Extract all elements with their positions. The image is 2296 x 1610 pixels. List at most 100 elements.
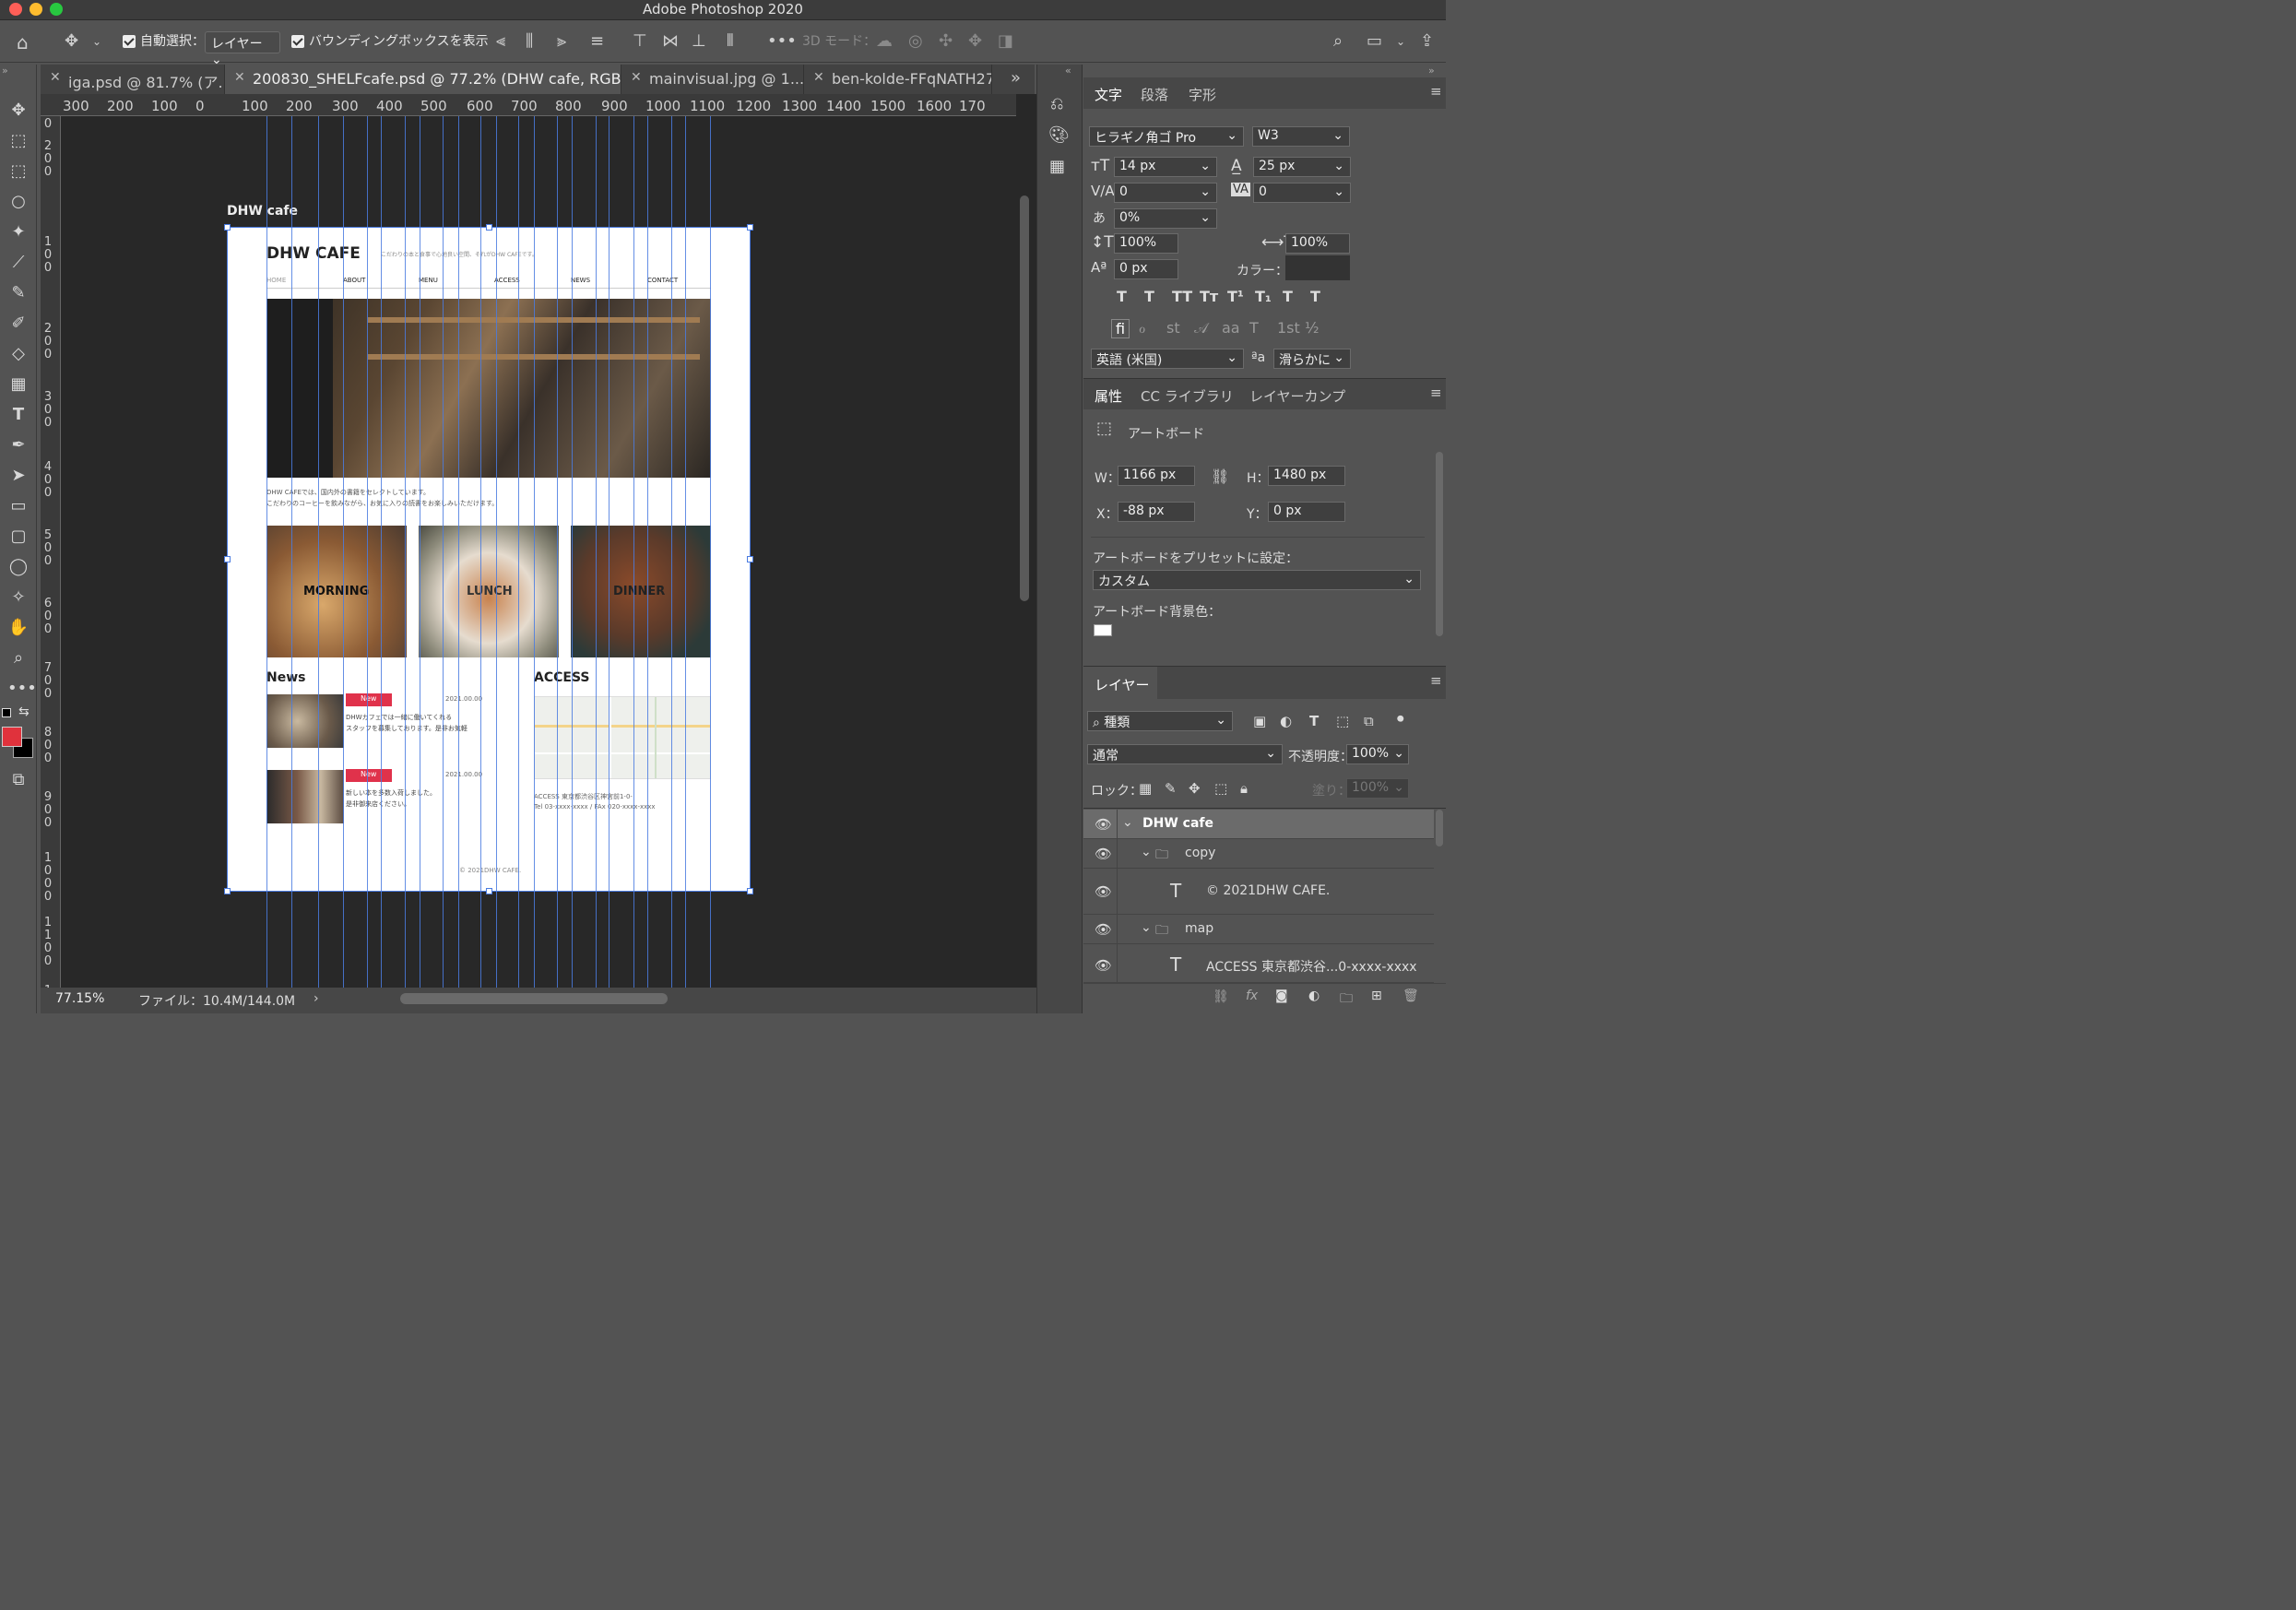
opentype-feature-button[interactable]: st [1166,319,1180,337]
home-icon[interactable]: ⌂ [17,31,29,53]
new-layer-icon[interactable]: ⊞ [1371,988,1382,1003]
panel-menu-icon[interactable]: ≡ [1430,83,1442,100]
more-tabs-icon[interactable]: » [1011,68,1021,88]
resize-handle[interactable] [486,888,492,894]
resize-handle[interactable] [224,888,231,894]
crop-tool-icon[interactable]: ⟋ [7,252,30,274]
resize-handle[interactable] [747,224,753,231]
link-layers-icon[interactable]: ⛓ [1213,989,1229,1004]
opacity-field[interactable]: 100% ⌄ [1346,744,1409,764]
tab-character[interactable]: 文字 [1095,85,1122,104]
layer-filter-select[interactable]: ⌕ 種類 ⌄ [1087,711,1233,731]
tab-shelfcafe[interactable]: ✕ 200830_SHELFcafe.psd @ 77.2% (DHW cafe,… [225,65,621,94]
filter-type-icon[interactable]: T [1309,713,1319,729]
artboard-tool-icon[interactable]: ⬚ [7,130,30,152]
tab-ben-kolde[interactable]: ✕ ben-kolde-FFqNATH27 [804,65,992,94]
default-colors-icon[interactable] [2,708,11,717]
new-group-icon[interactable]: 🗀︎ [1340,988,1353,1011]
chevron-down-icon[interactable]: ⌄ [92,35,101,48]
swap-colors-icon[interactable]: ⇆ [18,704,30,719]
filter-pixel-icon[interactable]: ▣ [1253,713,1266,729]
lock-artboard-icon[interactable]: ⬚ [1214,780,1227,797]
opentype-feature-button[interactable]: aa [1222,319,1240,337]
auto-select-target-dropdown[interactable]: レイヤー ⌄ [205,31,280,67]
tracking-field[interactable]: 0 ⌄ [1253,183,1351,203]
kerning-field[interactable]: 0 ⌄ [1114,183,1217,203]
collapse-panels-icon[interactable]: » [1428,65,1435,77]
type-style-button[interactable]: T [1144,288,1154,305]
layer-row-group-copy[interactable]: 👁︎ ⌄ 🗀︎ copy [1083,839,1434,869]
opentype-feature-button[interactable]: 𝒜 [1194,319,1208,337]
link-icon[interactable]: ⛓ [1211,468,1229,485]
chevron-down-icon[interactable]: ⌄ [1122,815,1133,830]
align-middle-icon[interactable]: ⋈ [662,31,679,51]
brush-tool-icon[interactable]: ✐ [7,313,30,335]
filter-adjustment-icon[interactable]: ◐ [1280,713,1292,729]
type-style-button[interactable]: TT [1172,288,1192,305]
resize-handle[interactable] [747,888,753,894]
hand-tool-icon[interactable]: ✋ [7,617,30,639]
baseline-shift-field[interactable]: 0 px [1114,259,1178,279]
gradient-tool-icon[interactable]: ▦ [7,373,30,396]
opentype-feature-button[interactable]: 1st [1277,319,1300,337]
font-family-select[interactable]: ヒラギノ角ゴ Pro ⌄ [1089,126,1244,147]
align-right-icon[interactable]: ⫸ [557,31,566,51]
auto-select-checkbox[interactable] [123,35,136,48]
chevron-down-icon[interactable]: ⌄ [1141,845,1152,859]
type-tool-icon[interactable]: T [7,404,30,426]
layers-scrollbar[interactable] [1436,810,1443,846]
close-icon[interactable]: ✕ [813,70,824,85]
palette-icon[interactable]: 🎨︎ [1048,125,1070,145]
eye-icon[interactable]: 👁︎ [1095,846,1112,862]
align-left-icon[interactable]: ⫷ [496,31,505,51]
eraser-tool-icon[interactable]: ◇ [7,343,30,365]
file-size[interactable]: ファイル：10.4M/144.0M [138,991,295,1010]
artboard-height-field[interactable]: 1480 px [1268,466,1345,486]
vertical-scale-field[interactable]: 100% [1114,233,1178,254]
move-tool-icon[interactable]: ✥ [65,31,78,51]
resize-handle[interactable] [486,224,492,231]
more-icon[interactable]: ••• [767,31,797,51]
lock-all-icon[interactable]: 🔒︎ [1240,780,1248,797]
artboard-x-field[interactable]: -88 px [1118,502,1195,522]
tab-mainvisual[interactable]: ✕ mainvisual.jpg @ 1... [621,65,804,94]
type-style-button[interactable]: T [1117,288,1127,305]
align-bottom-icon[interactable]: ⊥ [692,31,706,51]
slide-3d-icon[interactable]: ✥ [968,31,982,51]
artboard-width-field[interactable]: 1166 px [1118,466,1195,486]
tab-layer-comps[interactable]: レイヤーカンプ [1249,386,1345,406]
history-icon[interactable]: ⎌ [1050,94,1063,113]
language-select[interactable]: 英語 (米国) ⌄ [1091,349,1244,369]
magic-wand-icon[interactable]: ✦ [7,221,30,243]
orbit-3d-icon[interactable]: ☁ [876,31,893,51]
tab-glyphs[interactable]: 字形 [1189,85,1216,104]
horizontal-scale-field[interactable]: 100% [1285,233,1350,254]
custom-shape-icon[interactable]: ✧ [7,586,30,609]
lock-transparent-icon[interactable]: ▦ [1139,780,1152,797]
move-tool-icon[interactable]: ✥ [7,100,30,122]
pan-3d-icon[interactable]: ✣ [939,31,953,51]
fill-field[interactable]: 100% ⌄ [1346,778,1409,799]
share-icon[interactable]: ⇪ [1420,31,1434,51]
roll-3d-icon[interactable]: ◎ [908,31,923,51]
pen-tool-icon[interactable]: ✒ [7,434,30,456]
resize-handle[interactable] [224,556,231,562]
swatches-grid-icon[interactable]: ▦ [1049,157,1065,176]
preset-select[interactable]: カスタム ⌄ [1093,570,1421,590]
marquee-tool-icon[interactable]: ⬚ [7,160,30,183]
artboard-label[interactable]: DHW cafe [227,204,298,219]
tab-properties[interactable]: 属性 [1095,386,1122,406]
distribute-vertical-icon[interactable]: ⫴ [727,31,734,51]
tab-layers[interactable]: レイヤー [1095,675,1150,694]
panel-menu-icon[interactable]: ≡ [1430,672,1442,689]
blend-mode-select[interactable]: 通常 ⌄ [1087,744,1283,764]
tab-iga[interactable]: ✕ iga.psd @ 81.7% (ア... [41,65,225,94]
filter-smart-object-icon[interactable]: ⧉ [1364,713,1374,729]
artboard-dhw-cafe[interactable]: DHW CAFE こだわりの本と食事で心地良い空間、それがDHW CAFEです。… [224,224,753,894]
chevron-down-icon[interactable]: ⌄ [1141,920,1152,935]
lock-position-icon[interactable]: ✥ [1189,780,1201,797]
resize-handle[interactable] [224,224,231,231]
antialias-select[interactable]: 滑らかに ⌄ [1273,349,1351,369]
tab-paragraph[interactable]: 段落 [1141,85,1168,104]
camera-3d-icon[interactable]: ◨ [998,31,1013,51]
